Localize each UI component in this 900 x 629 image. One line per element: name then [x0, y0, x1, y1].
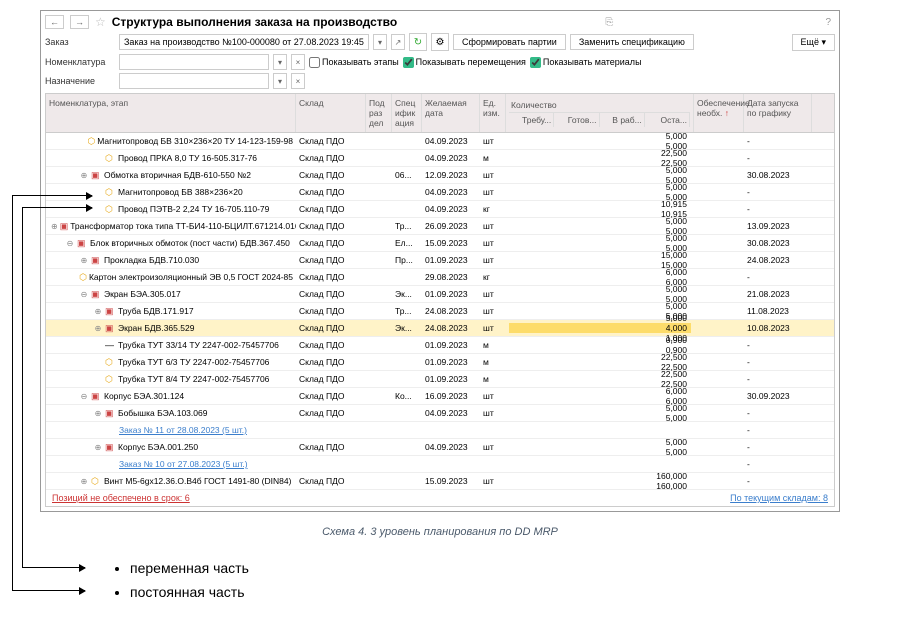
- table-row[interactable]: ⊕⬡Винт М5-6gх12.36.О.В4б ГОСТ 1491-80 (D…: [46, 473, 834, 490]
- row-name-text: Магнитопровод БВ 388×236×20: [118, 187, 243, 197]
- col-ed[interactable]: Ед. изм.: [480, 94, 506, 132]
- table-row[interactable]: ⊕▣Обмотка вторичная БДВ-610-550 №2Склад …: [46, 167, 834, 184]
- nav-fwd-button[interactable]: →: [70, 15, 89, 29]
- table-row[interactable]: ⬡Трубка ТУТ 6/3 ТУ 2247-002-75457706Скла…: [46, 354, 834, 371]
- row-name-text: Экран БДВ.365.529: [118, 323, 194, 333]
- table-row[interactable]: ⊕▣Корпус БЭА.001.250Склад ПДО04.09.2023ш…: [46, 439, 834, 456]
- row-name-text: Обмотка вторичная БДВ-610-550 №2: [104, 170, 251, 180]
- row-name-text: Винт М5-6gх12.36.О.В4б ГОСТ 1491-80 (DIN…: [104, 476, 291, 486]
- nazn-clear-button[interactable]: ×: [291, 73, 305, 89]
- row-name-text: Корпус БЭА.001.250: [118, 442, 198, 452]
- footer-current-stock-link[interactable]: По текущим складам: 8: [730, 493, 828, 503]
- nazn-dropdown-button[interactable]: ▾: [273, 73, 287, 89]
- row-name-text: Провод ПРКА 8,0 ТУ 16-505.317-76: [118, 153, 257, 163]
- window-title: Структура выполнения заказа на производс…: [112, 15, 397, 29]
- col-name[interactable]: Номенклатура, этап: [46, 94, 296, 132]
- col-date[interactable]: Желаемая дата: [422, 94, 480, 132]
- table-row[interactable]: ⬡Магнитопровод БВ 310×236×20 ТУ 14-123-1…: [46, 133, 834, 150]
- more-button[interactable]: Ещё ▾: [792, 34, 835, 51]
- show-stages-checkbox[interactable]: [309, 57, 320, 68]
- table-row[interactable]: ⊕▣Прокладка БДВ.710.030Склад ПДОПр...01.…: [46, 252, 834, 269]
- figure-caption: Схема 4. 3 уровень планирования по DD MR…: [40, 526, 840, 538]
- show-moves-checkbox[interactable]: [403, 57, 414, 68]
- assignment-input[interactable]: [119, 73, 269, 89]
- table-row[interactable]: ⊖▣Корпус БЭА.301.124Склад ПДОКо...16.09.…: [46, 388, 834, 405]
- form-batch-button[interactable]: Сформировать партии: [453, 34, 566, 50]
- row-name-text: Магнитопровод БВ 310×236×20 ТУ 14-123-15…: [97, 136, 293, 146]
- nomen-label: Номенклатура: [45, 57, 115, 67]
- col-spec[interactable]: Спец ифик ация: [392, 94, 422, 132]
- settings-icon-button[interactable]: ⚙: [431, 33, 449, 51]
- bullet-list: переменная часть постоянная часть: [130, 560, 840, 600]
- order-label: Заказ: [45, 37, 115, 47]
- table-row[interactable]: ⊕▣Трансформатор тока типа ТТ-БИ4-110-БЦИ…: [46, 218, 834, 235]
- table-row[interactable]: ⬡Провод ПЭТВ-2 2,24 ТУ 16-705.110-79Скла…: [46, 201, 834, 218]
- table-row[interactable]: ⬡Трубка ТУТ 8/4 ТУ 2247-002-75457706Скла…: [46, 371, 834, 388]
- order-input[interactable]: [119, 34, 369, 50]
- app-window: ← → ☆ Структура выполнения заказа на про…: [40, 10, 840, 512]
- row-name-text: Блок вторичных обмоток (пост части) БДВ.…: [90, 238, 290, 248]
- nomen-clear-button[interactable]: ×: [291, 54, 305, 70]
- row-name-text: Бобышка БЭА.103.069: [118, 408, 207, 418]
- row-name-text: Трансформатор тока типа ТТ-БИ4-110-БЦИЛТ…: [70, 221, 296, 231]
- col-qty[interactable]: Количество Требу... Готов... В раб... Ос…: [506, 94, 694, 132]
- table-row[interactable]: ⊖▣Блок вторичных обмоток (пост части) БД…: [46, 235, 834, 252]
- bullet-item: постоянная часть: [130, 584, 840, 600]
- table-row[interactable]: Заказ № 10 от 27.08.2023 (5 шт.)-: [46, 456, 834, 473]
- nomenclature-input[interactable]: [119, 54, 269, 70]
- row-name-text: Прокладка БДВ.710.030: [104, 255, 199, 265]
- order-open-button[interactable]: ↗: [391, 34, 405, 50]
- row-name-text: Трубка ТУТ 8/4 ТУ 2247-002-75457706: [118, 374, 269, 384]
- row-name-text: Трубка ТУТ 6/3 ТУ 2247-002-75457706: [118, 357, 269, 367]
- table-row[interactable]: —Трубка ТУТ 33/14 ТУ 2247-002-75457706Ск…: [46, 337, 834, 354]
- star-icon[interactable]: ☆: [95, 15, 106, 29]
- nomen-dropdown-button[interactable]: ▾: [273, 54, 287, 70]
- nazn-label: Назначение: [45, 76, 115, 86]
- row-name-text: Экран БЭА.305.017: [104, 289, 181, 299]
- row-name-text: Заказ № 10 от 27.08.2023 (5 шт.): [119, 459, 248, 469]
- table-row[interactable]: ⬡Провод ПРКА 8,0 ТУ 16-505.317-76Склад П…: [46, 150, 834, 167]
- row-name-text: Провод ПЭТВ-2 2,24 ТУ 16-705.110-79: [118, 204, 269, 214]
- table-row[interactable]: ⊕▣Бобышка БЭА.103.069Склад ПДО04.09.2023…: [46, 405, 834, 422]
- table-row[interactable]: ⊕▣Труба БДВ.171.917Склад ПДОТр...24.08.2…: [46, 303, 834, 320]
- replace-spec-button[interactable]: Заменить спецификацию: [570, 34, 694, 50]
- table-row[interactable]: Заказ № 11 от 28.08.2023 (5 шт.)-: [46, 422, 834, 439]
- col-pod[interactable]: Под раз дел: [366, 94, 392, 132]
- help-icon[interactable]: ?: [825, 17, 831, 28]
- show-materials-checkbox[interactable]: [530, 57, 541, 68]
- bullet-item: переменная часть: [130, 560, 840, 576]
- table-row[interactable]: ⬡Картон электроизоляционный ЭВ 0,5 ГОСТ …: [46, 269, 834, 286]
- row-name-text: Трубка ТУТ 33/14 ТУ 2247-002-75457706: [118, 340, 279, 350]
- col-sklad[interactable]: Склад: [296, 94, 366, 132]
- row-name-text: Корпус БЭА.301.124: [104, 391, 184, 401]
- data-table: Номенклатура, этап Склад Под раз дел Спе…: [45, 93, 835, 507]
- refresh-button[interactable]: ↻: [409, 33, 427, 51]
- row-name-text: Заказ № 11 от 28.08.2023 (5 шт.): [119, 425, 247, 435]
- link-icon[interactable]: ⎘: [605, 17, 613, 28]
- table-row[interactable]: ⊖▣Экран БЭА.305.017Склад ПДОЭк...01.09.2…: [46, 286, 834, 303]
- col-obesp[interactable]: Обеспечение необх. ↑: [694, 94, 744, 132]
- row-name-text: Картон электроизоляционный ЭВ 0,5 ГОСТ 2…: [89, 272, 293, 282]
- col-plan[interactable]: Дата запуска по графику: [744, 94, 812, 132]
- footer-not-provided-link[interactable]: Позиций не обеспечено в срок: 6: [52, 493, 190, 503]
- table-row[interactable]: ⊕▣Экран БДВ.365.529Склад ПДОЭк...24.08.2…: [46, 320, 834, 337]
- nav-back-button[interactable]: ←: [45, 15, 64, 29]
- row-name-text: Труба БДВ.171.917: [118, 306, 194, 316]
- table-row[interactable]: ⬡Магнитопровод БВ 388×236×20Склад ПДО04.…: [46, 184, 834, 201]
- order-dropdown-button[interactable]: ▾: [373, 34, 387, 50]
